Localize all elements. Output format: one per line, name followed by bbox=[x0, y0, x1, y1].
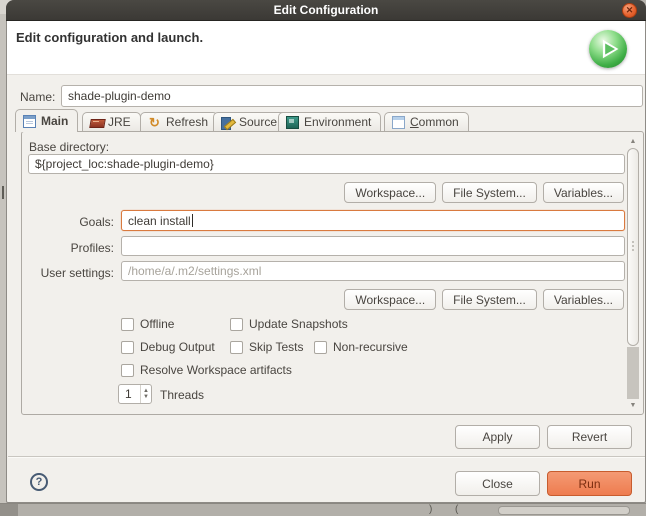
tab-common-label: Common bbox=[410, 115, 459, 129]
main-tab-icon bbox=[23, 114, 36, 128]
base-directory-label: Base directory: bbox=[29, 140, 110, 154]
goals-input[interactable]: clean install bbox=[121, 210, 625, 231]
screenshot-stage: ) ( Edit Configuration ✕ Edit configurat… bbox=[0, 0, 646, 516]
workspace-button-2[interactable]: Workspace... bbox=[344, 289, 437, 310]
jre-tab-icon bbox=[90, 116, 103, 129]
profiles-input[interactable] bbox=[121, 236, 625, 256]
threads-value: 1 bbox=[125, 387, 132, 401]
base-directory-browse-row: Workspace... File System... Variables... bbox=[344, 182, 624, 203]
scrollbar-grip bbox=[632, 245, 634, 247]
checkbox-update-snapshots[interactable]: Update Snapshots bbox=[230, 317, 348, 331]
checkbox-skip-tests[interactable]: Skip Tests bbox=[230, 340, 303, 354]
dialog-header: Edit configuration and launch. bbox=[7, 21, 645, 75]
user-settings-input[interactable]: /home/a/.m2/settings.xml bbox=[121, 261, 625, 281]
dialog-titlebar[interactable]: Edit Configuration ✕ bbox=[6, 0, 646, 21]
settings-browse-row: Workspace... File System... Variables... bbox=[344, 289, 624, 310]
checkbox-skip-tests-label: Skip Tests bbox=[249, 340, 304, 354]
checkbox-resolve-workspace-artifacts-label: Resolve Workspace artifacts bbox=[140, 363, 292, 377]
threads-label: Threads bbox=[160, 388, 205, 402]
variables-button[interactable]: Variables... bbox=[542, 182, 624, 203]
scroll-down-icon[interactable]: ▼ bbox=[626, 399, 640, 412]
checkbox-icon[interactable] bbox=[121, 340, 134, 354]
tab-refresh[interactable]: ↻ Refresh bbox=[140, 112, 219, 131]
threads-stepper[interactable]: 1 ▲ ▼ bbox=[118, 384, 152, 404]
background-scrollbar-fragment bbox=[498, 506, 630, 515]
checkbox-non-recursive-label: Non-recursive bbox=[333, 340, 408, 354]
checkbox-debug-output[interactable]: Debug Output bbox=[121, 340, 215, 354]
name-value: shade-plugin-demo bbox=[68, 89, 171, 103]
checkbox-non-recursive[interactable]: Non-recursive bbox=[314, 340, 408, 354]
checkbox-offline-label: Offline bbox=[140, 317, 175, 331]
checkbox-debug-output-label: Debug Output bbox=[140, 340, 215, 354]
tab-common[interactable]: Common bbox=[384, 112, 469, 131]
vertical-scrollbar[interactable]: ▲ ▼ bbox=[626, 135, 640, 412]
checkbox-icon[interactable] bbox=[230, 317, 243, 331]
footer-button-row: Close Run bbox=[455, 471, 632, 496]
source-tab-icon bbox=[221, 116, 234, 130]
common-tab-icon bbox=[392, 115, 405, 129]
tab-main[interactable]: Main bbox=[15, 109, 79, 132]
tab-jre-label: JRE bbox=[108, 115, 131, 129]
base-directory-input[interactable]: ${project_loc:shade-plugin-demo} bbox=[28, 154, 625, 174]
checkbox-resolve-workspace-artifacts[interactable]: Resolve Workspace artifacts bbox=[121, 363, 292, 377]
file-system-button-2[interactable]: File System... bbox=[442, 289, 537, 310]
scrollbar-track[interactable] bbox=[627, 347, 639, 399]
background-bottom-left-block bbox=[0, 504, 18, 516]
checkbox-icon[interactable] bbox=[230, 340, 243, 354]
profiles-label: Profiles: bbox=[70, 241, 114, 255]
tab-source-label: Source bbox=[239, 115, 278, 129]
checkbox-update-snapshots-label: Update Snapshots bbox=[249, 317, 348, 331]
user-settings-label: User settings: bbox=[40, 266, 114, 280]
edit-configuration-dialog: Edit Configuration ✕ Edit configuration … bbox=[6, 0, 646, 503]
workspace-button[interactable]: Workspace... bbox=[344, 182, 437, 203]
text-caret bbox=[191, 214, 193, 227]
checkbox-icon[interactable] bbox=[314, 340, 327, 354]
background-left-mark bbox=[2, 186, 4, 199]
background-mark: ( bbox=[455, 504, 459, 515]
run-button[interactable]: Run bbox=[547, 471, 632, 496]
stepper-arrows[interactable]: ▲ ▼ bbox=[140, 385, 151, 403]
close-window-icon[interactable]: ✕ bbox=[622, 3, 637, 18]
background-mark: ) bbox=[429, 504, 433, 515]
tab-environment[interactable]: Environment bbox=[278, 112, 382, 131]
base-directory-value: ${project_loc:shade-plugin-demo} bbox=[35, 157, 214, 171]
environment-tab-icon bbox=[286, 115, 299, 129]
tab-main-label: Main bbox=[41, 114, 69, 128]
footer-separator bbox=[8, 456, 645, 457]
file-system-button[interactable]: File System... bbox=[442, 182, 537, 203]
apply-revert-row: Apply Revert bbox=[455, 425, 632, 449]
revert-button[interactable]: Revert bbox=[547, 425, 632, 449]
checkbox-icon[interactable] bbox=[121, 317, 134, 331]
goals-label: Goals: bbox=[79, 215, 114, 229]
header-message: Edit configuration and launch. bbox=[16, 30, 204, 45]
main-tab-content: Base directory: ${project_loc:shade-plug… bbox=[21, 131, 644, 415]
goals-value: clean install bbox=[128, 213, 191, 228]
refresh-tab-icon: ↻ bbox=[149, 114, 160, 130]
apply-button[interactable]: Apply bbox=[455, 425, 540, 449]
scrollbar-thumb[interactable] bbox=[627, 148, 639, 346]
user-settings-value: /home/a/.m2/settings.xml bbox=[128, 264, 262, 278]
variables-button-2[interactable]: Variables... bbox=[542, 289, 624, 310]
tab-environment-label: Environment bbox=[304, 115, 372, 129]
name-label: Name: bbox=[20, 90, 56, 104]
tab-source[interactable]: Source bbox=[213, 112, 288, 131]
tab-refresh-label: Refresh bbox=[166, 115, 209, 129]
dialog-title: Edit Configuration bbox=[273, 3, 379, 17]
close-button[interactable]: Close bbox=[455, 471, 540, 496]
scroll-up-icon[interactable]: ▲ bbox=[626, 135, 640, 148]
stepper-down-icon[interactable]: ▼ bbox=[143, 394, 149, 400]
tab-jre[interactable]: JRE bbox=[82, 112, 141, 131]
checkbox-offline[interactable]: Offline bbox=[121, 317, 174, 331]
name-input[interactable]: shade-plugin-demo bbox=[61, 85, 643, 107]
checkbox-icon[interactable] bbox=[121, 363, 134, 377]
help-icon[interactable]: ? bbox=[30, 473, 48, 491]
run-play-icon[interactable] bbox=[589, 30, 627, 68]
